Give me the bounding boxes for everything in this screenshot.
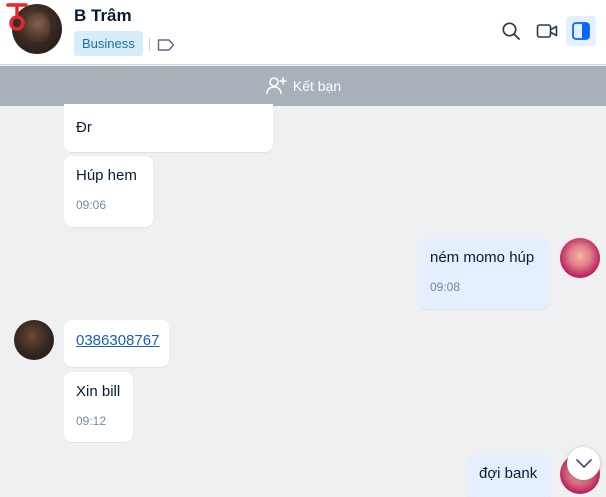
contact-message-avatar[interactable] xyxy=(14,320,54,360)
tag-icon[interactable] xyxy=(157,38,175,52)
contact-name[interactable]: B Trâm xyxy=(74,6,132,26)
my-avatar[interactable] xyxy=(560,238,600,278)
message-time: 09:12 xyxy=(76,414,107,428)
app-logo-icon xyxy=(6,3,28,31)
message-time: 09:06 xyxy=(76,198,107,212)
phone-number-link[interactable]: 0386308767 xyxy=(76,332,159,349)
message-bubble[interactable]: Xin bill 09:12 xyxy=(64,372,133,442)
business-badge: Business xyxy=(74,31,143,56)
header-divider xyxy=(149,38,150,51)
search-button[interactable] xyxy=(496,16,526,46)
chevron-down-icon xyxy=(575,458,592,468)
add-friend-label: Kết bạn xyxy=(292,78,342,94)
message-text: ném momo húp xyxy=(430,249,535,266)
side-panel-toggle[interactable] xyxy=(566,16,596,46)
message-text: Xin bill xyxy=(76,383,121,400)
message-text: Đr xyxy=(76,119,92,136)
video-call-button[interactable] xyxy=(532,16,562,46)
video-call-icon xyxy=(536,24,558,38)
side-panel-icon xyxy=(572,22,590,40)
message-time: 09:08 xyxy=(430,280,461,294)
message-text: Húp hem xyxy=(76,167,137,184)
chat-header: B Trâm Business xyxy=(0,0,606,65)
search-icon xyxy=(502,22,520,40)
message-bubble[interactable]: Húp hem 09:06 xyxy=(64,156,153,227)
add-friend-bar[interactable]: Kết bạn xyxy=(0,66,606,106)
message-text: đợi bank xyxy=(479,465,538,482)
message-bubble[interactable]: 0386308767 xyxy=(64,320,169,367)
scroll-to-bottom-button[interactable] xyxy=(567,447,600,480)
my-message-bubble[interactable]: đợi bank xyxy=(467,454,551,497)
message-bubble[interactable]: Đr xyxy=(64,104,273,152)
add-friend-icon xyxy=(266,77,287,95)
my-message-bubble[interactable]: ném momo húp 09:08 xyxy=(418,238,549,309)
